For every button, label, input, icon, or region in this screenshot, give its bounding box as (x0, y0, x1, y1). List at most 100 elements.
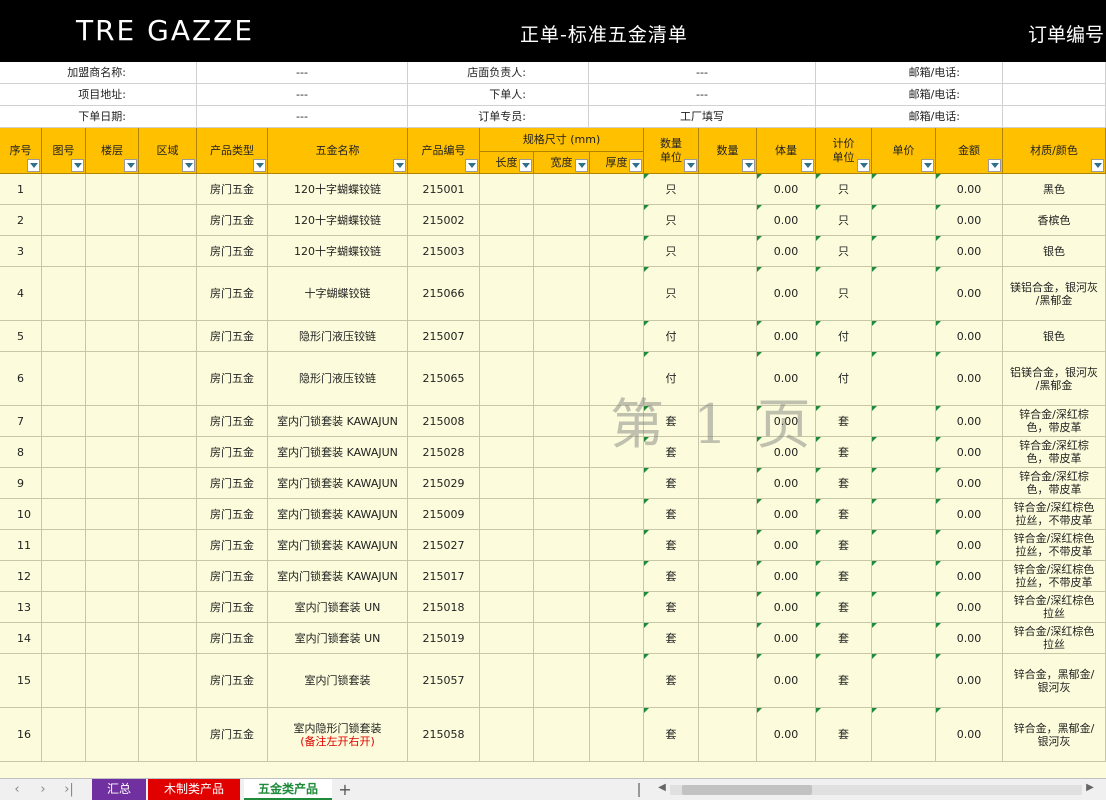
cell-seq[interactable]: 10 (0, 499, 42, 530)
cell-material[interactable]: 锌合金/深红棕 色，带皮革 (1003, 468, 1106, 499)
cell-name[interactable]: 室内门锁套装 KAWAJUN (268, 437, 408, 468)
cell-drawing[interactable] (42, 468, 86, 499)
cell-floor[interactable] (86, 499, 139, 530)
cell-thk[interactable] (590, 468, 644, 499)
cell-area[interactable] (139, 406, 197, 437)
cell-unit_price[interactable] (872, 321, 936, 352)
cell-floor[interactable] (86, 623, 139, 654)
cell-drawing[interactable] (42, 352, 86, 406)
cell-wid[interactable] (534, 530, 590, 561)
cell-volume[interactable]: 0.00 (757, 708, 816, 762)
cell-type[interactable]: 房门五金 (197, 174, 268, 205)
cell-name[interactable]: 室内门锁套装 (268, 654, 408, 708)
cell-unit[interactable]: 套 (644, 499, 699, 530)
cell-qty[interactable] (699, 437, 757, 468)
cell-area[interactable] (139, 267, 197, 321)
cell-len[interactable] (480, 267, 534, 321)
cell-thk[interactable] (590, 174, 644, 205)
cell-area[interactable] (139, 530, 197, 561)
cell-drawing[interactable] (42, 623, 86, 654)
cell-volume[interactable]: 0.00 (757, 561, 816, 592)
cell-wid[interactable] (534, 623, 590, 654)
horizontal-scrollbar[interactable]: ◀ ▶ (656, 782, 1096, 796)
cell-wid[interactable] (534, 499, 590, 530)
cell-type[interactable]: 房门五金 (197, 437, 268, 468)
cell-seq[interactable]: 4 (0, 267, 42, 321)
cell-material[interactable]: 锌合金，黑郁金/银河灰 (1003, 654, 1106, 708)
cell-area[interactable] (139, 592, 197, 623)
cell-qty[interactable] (699, 321, 757, 352)
cell-name[interactable]: 隐形门液压铰链 (268, 352, 408, 406)
cell-name[interactable]: 室内门锁套装 KAWAJUN (268, 530, 408, 561)
cell-amount[interactable]: 0.00 (936, 708, 1003, 762)
cell-area[interactable] (139, 499, 197, 530)
cell-price_unit[interactable]: 套 (816, 561, 872, 592)
cell-price_unit[interactable]: 只 (816, 205, 872, 236)
cell-unit[interactable]: 套 (644, 437, 699, 468)
scroll-left-icon[interactable]: ◀ (656, 782, 668, 793)
cell-code[interactable]: 215001 (408, 174, 480, 205)
cell-material[interactable]: 锌合金/深红棕色 拉丝，不带皮革 (1003, 561, 1106, 592)
cell-code[interactable]: 215066 (408, 267, 480, 321)
cell-name[interactable]: 室内门锁套装 KAWAJUN (268, 499, 408, 530)
cell-price_unit[interactable]: 套 (816, 592, 872, 623)
cell-material[interactable]: 锌合金/深红棕 色，带皮革 (1003, 406, 1106, 437)
cell-seq[interactable]: 9 (0, 468, 42, 499)
cell-wid[interactable] (534, 174, 590, 205)
cell-unit_price[interactable] (872, 530, 936, 561)
cell-thk[interactable] (590, 321, 644, 352)
cell-volume[interactable]: 0.00 (757, 437, 816, 468)
cell-unit_price[interactable] (872, 236, 936, 267)
cell-unit[interactable]: 套 (644, 530, 699, 561)
cell-thk[interactable] (590, 623, 644, 654)
cell-material[interactable]: 锌合金，黑郁金/银河灰 (1003, 708, 1106, 762)
cell-qty[interactable] (699, 236, 757, 267)
cell-thk[interactable] (590, 708, 644, 762)
cell-unit_price[interactable] (872, 592, 936, 623)
cell-seq[interactable]: 1 (0, 174, 42, 205)
cell-qty[interactable] (699, 592, 757, 623)
cell-volume[interactable]: 0.00 (757, 530, 816, 561)
cell-code[interactable]: 215018 (408, 592, 480, 623)
cell-volume[interactable]: 0.00 (757, 352, 816, 406)
cell-material[interactable]: 锌合金/深红棕色 拉丝 (1003, 592, 1106, 623)
cell-amount[interactable]: 0.00 (936, 406, 1003, 437)
cell-type[interactable]: 房门五金 (197, 321, 268, 352)
cell-name[interactable]: 室内隐形门锁套装 (备注左开右开) (268, 708, 408, 762)
cell-name[interactable]: 室内门锁套装 KAWAJUN (268, 468, 408, 499)
filter-dropdown-icon[interactable] (71, 159, 84, 172)
cell-price_unit[interactable]: 套 (816, 406, 872, 437)
info-value-cell[interactable]: --- (197, 84, 408, 106)
cell-unit_price[interactable] (872, 561, 936, 592)
cell-drawing[interactable] (42, 499, 86, 530)
cell-qty[interactable] (699, 708, 757, 762)
cell-len[interactable] (480, 174, 534, 205)
cell-drawing[interactable] (42, 530, 86, 561)
cell-name[interactable]: 隐形门液压铰链 (268, 321, 408, 352)
cell-drawing[interactable] (42, 321, 86, 352)
cell-amount[interactable]: 0.00 (936, 499, 1003, 530)
cell-code[interactable]: 215002 (408, 205, 480, 236)
cell-qty[interactable] (699, 352, 757, 406)
cell-len[interactable] (480, 561, 534, 592)
cell-floor[interactable] (86, 708, 139, 762)
cell-name[interactable]: 十字蝴蝶铰链 (268, 267, 408, 321)
cell-amount[interactable]: 0.00 (936, 236, 1003, 267)
cell-volume[interactable]: 0.00 (757, 205, 816, 236)
cell-amount[interactable]: 0.00 (936, 623, 1003, 654)
cell-unit[interactable]: 付 (644, 321, 699, 352)
cell-len[interactable] (480, 654, 534, 708)
filter-dropdown-icon[interactable] (857, 159, 870, 172)
cell-volume[interactable]: 0.00 (757, 321, 816, 352)
scroll-thumb[interactable] (682, 785, 812, 795)
cell-seq[interactable]: 5 (0, 321, 42, 352)
cell-floor[interactable] (86, 468, 139, 499)
cell-wid[interactable] (534, 468, 590, 499)
cell-unit[interactable]: 套 (644, 406, 699, 437)
cell-drawing[interactable] (42, 236, 86, 267)
sheet-tab-0[interactable]: 汇总 (92, 779, 146, 800)
cell-thk[interactable] (590, 437, 644, 468)
info-value-cell[interactable] (1003, 62, 1106, 84)
cell-area[interactable] (139, 468, 197, 499)
cell-unit[interactable]: 付 (644, 352, 699, 406)
